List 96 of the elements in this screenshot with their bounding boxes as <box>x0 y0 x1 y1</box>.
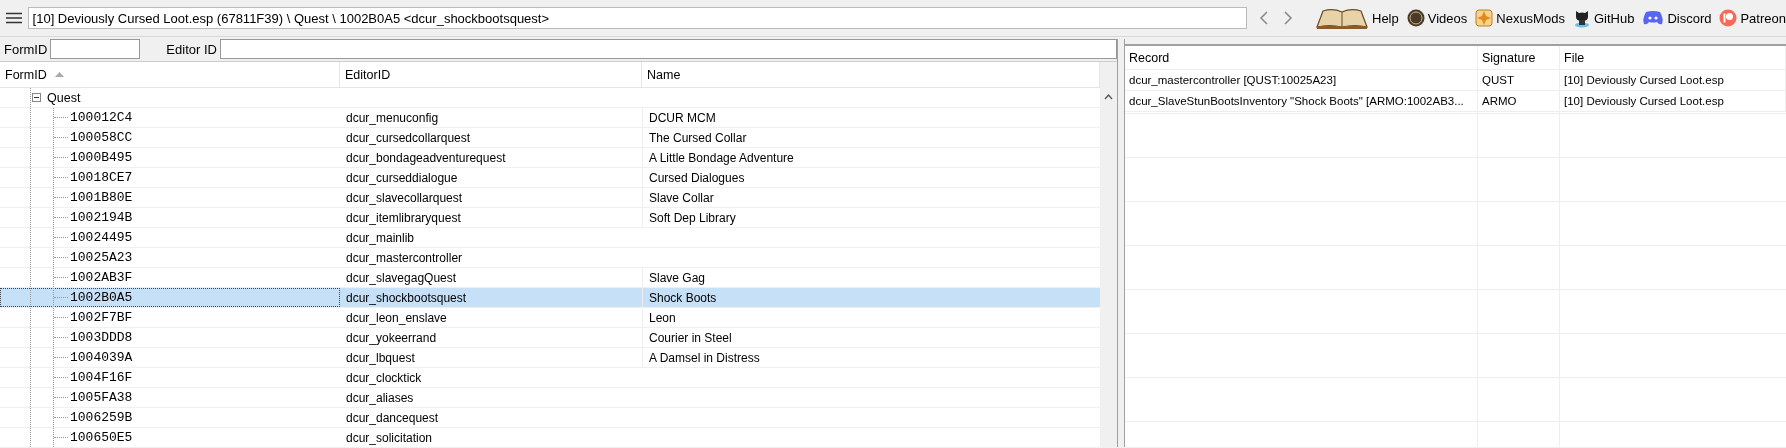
editor-id: dcur_slavegagQuest <box>346 270 457 285</box>
record-name: A Damsel in Distress <box>649 350 760 365</box>
tree-row[interactable]: 1000B495 dcur_bondageadventurequest A Little Bondage Adventure <box>0 148 1100 168</box>
tree-row[interactable]: 1006259B dcur_dancequest <box>0 408 1100 428</box>
grid-cell: [10] Deviously Cursed Loot.esp <box>1564 95 1724 107</box>
grid-cell: dcur_mastercontroller [QUST:10025A23] <box>1129 74 1337 86</box>
tree-row[interactable]: 10025A23 dcur_mastercontroller <box>0 248 1100 268</box>
tree-row[interactable]: 1002B0A5 dcur_shockbootsquest Shock Boots <box>0 288 1100 308</box>
filter-label: FormID <box>3 41 49 57</box>
form-id: 1002B0A5 <box>70 290 133 305</box>
editor-id: dcur_bondageadventurequest <box>346 150 506 165</box>
toolbar-link[interactable]: NexusMods <box>1475 7 1565 29</box>
column-header[interactable]: Signature <box>1478 46 1560 70</box>
record-name: Slave Gag <box>649 270 706 285</box>
form-id: 1004F16F <box>70 370 133 385</box>
editor-id: dcur_yokeerrand <box>346 330 437 345</box>
record-name: Cursed Dialogues <box>649 170 745 185</box>
record-name: Leon <box>649 310 676 325</box>
form-id: 1000B495 <box>70 150 133 165</box>
form-id: 100012C4 <box>70 110 133 125</box>
scrollbar[interactable] <box>1100 62 1117 447</box>
editor-id: dcur_leon_enslave <box>346 310 447 325</box>
editor-id: dcur_mastercontroller <box>346 250 463 265</box>
editor-id: dcur_aliases <box>346 390 414 405</box>
form-id: 10025A23 <box>70 250 133 265</box>
editor-id: dcur_curseddialogue <box>346 170 458 185</box>
editor-id: dcur_cursedcollarquest <box>346 130 471 145</box>
grid-cell: [10] Deviously Cursed Loot.esp <box>1564 74 1724 86</box>
toolbar-link[interactable]: Discord <box>1642 7 1712 29</box>
form-id: 1002AB3F <box>70 270 133 285</box>
tree-row[interactable]: 100058CC dcur_cursedcollarquest The Cursed Collar <box>0 128 1100 148</box>
column-header[interactable]: FormID <box>0 62 340 87</box>
book-icon <box>1315 7 1369 29</box>
form-id: 1002194B <box>70 210 133 225</box>
record-name: A Little Bondage Adventure <box>649 150 794 165</box>
grid-cell: dcur_SlaveStunBootsInventory "Shock Boots" [ARMO:1002AB3... <box>1129 95 1464 107</box>
menu-icon[interactable] <box>6 12 22 24</box>
editor-id: dcur_mainlib <box>346 230 415 245</box>
controller-icon <box>1642 10 1665 26</box>
record-name: DCUR MCM <box>649 110 716 125</box>
filter-field[interactable] <box>50 39 141 59</box>
coin-icon <box>1406 9 1425 27</box>
tree-row[interactable]: 1004F16F dcur_clocktick <box>0 368 1100 388</box>
form-id: 1002F7BF <box>70 310 133 325</box>
tree-row[interactable]: 1004039A dcur_lbquest A Damsel in Distress <box>0 348 1100 368</box>
tree-row[interactable]: 10024495 dcur_mainlib <box>0 228 1100 248</box>
tree-row[interactable]: 10018CE7 dcur_curseddialogue Cursed Dialogues <box>0 168 1100 188</box>
editor-id: dcur_shockbootsquest <box>346 290 467 305</box>
filter-field[interactable] <box>219 39 1117 59</box>
tree-row[interactable]: 1005FA38 dcur_aliases <box>0 388 1100 408</box>
column-header[interactable]: Record <box>1125 46 1478 70</box>
address-field[interactable]: [10] Deviously Cursed Loot.esp (67811F39) \ Quest \ 1002B0A5 <dcur_shockbootsquest> <box>27 7 1247 29</box>
form-id: 10024495 <box>70 230 133 245</box>
form-id: 1003DDD8 <box>70 330 133 345</box>
record-name: Soft Dep Library <box>649 210 736 225</box>
grid-cell: QUST <box>1482 74 1514 86</box>
column-header[interactable]: File <box>1560 46 1786 70</box>
toolbar-link[interactable]: Videos <box>1406 7 1468 29</box>
editor-id: dcur_itemlibraryquest <box>346 210 461 225</box>
editor-id: dcur_solicitation <box>346 430 433 445</box>
grid-cell: ARMO <box>1482 95 1517 107</box>
form-id: 1005FA38 <box>70 390 133 405</box>
editor-id: dcur_menuconfig <box>346 110 439 125</box>
forward-icon[interactable] <box>1283 11 1293 25</box>
filter-label: Editor ID <box>165 41 218 57</box>
toolbar-link[interactable]: GitHub <box>1572 7 1635 29</box>
toolbar-link[interactable]: Patreon <box>1719 7 1786 29</box>
record-name: The Cursed Collar <box>649 130 747 145</box>
sort-icon <box>54 72 64 77</box>
form-id: 10018CE7 <box>70 170 133 185</box>
editor-id: dcur_slavecollarquest <box>346 190 463 205</box>
record-name: Slave Collar <box>649 190 714 205</box>
form-id: 1001B80E <box>70 190 133 205</box>
form-id: 100058CC <box>70 130 133 145</box>
back-icon[interactable] <box>1259 11 1269 25</box>
tree-row[interactable]: 1001B80E dcur_slavecollarquest Slave Collar <box>0 188 1100 208</box>
cat-icon <box>1572 8 1591 28</box>
ring-icon <box>1719 9 1738 27</box>
toolbar-link[interactable]: Help <box>1315 7 1399 29</box>
editor-id: dcur_lbquest <box>346 350 415 365</box>
column-header[interactable]: EditorID <box>340 62 642 87</box>
editor-id: dcur_dancequest <box>346 410 439 425</box>
scroll-up-icon[interactable] <box>1104 94 1113 100</box>
form-id: 100650E5 <box>70 430 133 445</box>
star-icon <box>1475 9 1494 27</box>
tree-row[interactable]: 1002F7BF dcur_leon_enslave Leon <box>0 308 1100 328</box>
record-name: Shock Boots <box>649 290 717 305</box>
collapse-icon[interactable] <box>32 93 41 102</box>
tree-node[interactable]: Quest <box>41 90 81 105</box>
tree-row[interactable]: 1003DDD8 dcur_yokeerrand Courier in Steel <box>0 328 1100 348</box>
form-id: 1004039A <box>70 350 133 365</box>
form-id: 1006259B <box>70 410 133 425</box>
record-name: Courier in Steel <box>649 330 732 345</box>
editor-id: dcur_clocktick <box>346 370 422 385</box>
tree-row[interactable]: 1002194B dcur_itemlibraryquest Soft Dep Library <box>0 208 1100 228</box>
tree-row[interactable]: 100012C4 dcur_menuconfig DCUR MCM <box>0 108 1100 128</box>
